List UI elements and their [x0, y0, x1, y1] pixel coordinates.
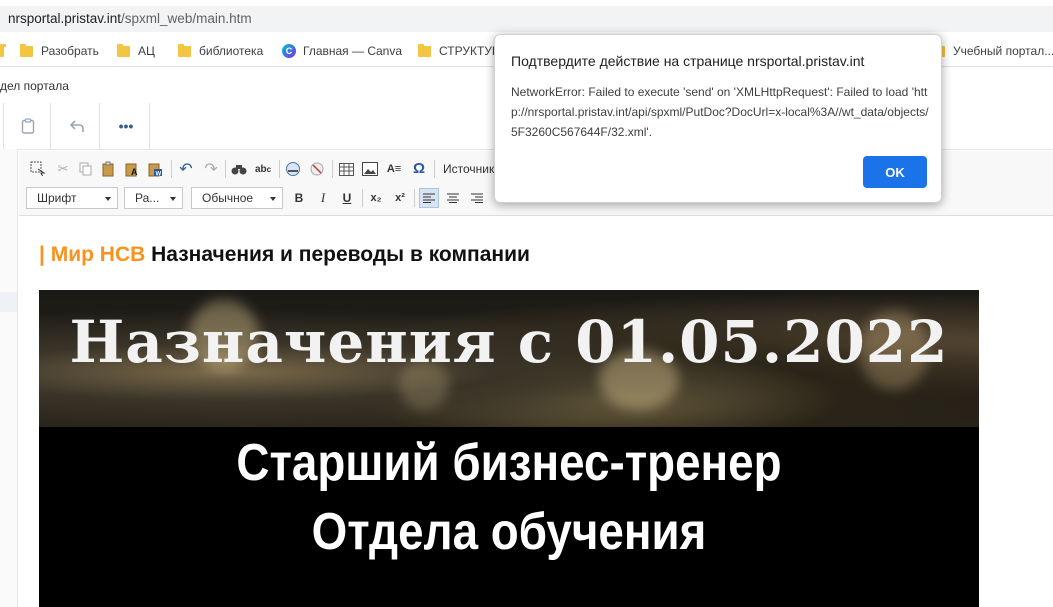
toolbar-separator	[225, 160, 226, 178]
chevron-down-icon	[170, 197, 176, 201]
svg-text:A: A	[131, 167, 138, 177]
format-text-icon[interactable]: A≡	[385, 160, 403, 178]
bookmark-folder-cut[interactable]	[0, 42, 12, 60]
ok-button[interactable]: OK	[863, 156, 927, 188]
bookmark-uchebny-portal[interactable]: Учебный портал...	[932, 42, 1053, 60]
source-button[interactable]: Источник	[443, 162, 494, 176]
paste-word-icon[interactable]: W	[146, 160, 164, 178]
svg-text:W: W	[156, 172, 162, 178]
heading-accent: | Мир НСВ	[39, 243, 146, 266]
align-right-button[interactable]	[467, 188, 487, 208]
italic-button[interactable]: I	[313, 188, 333, 208]
page-heading: | Мир НСВ Назначения и переводы в компан…	[39, 243, 530, 267]
bookmark-biblioteka[interactable]: библиотека	[178, 42, 263, 60]
superscript-button[interactable]: x²	[390, 188, 410, 208]
copy-icon[interactable]	[77, 160, 95, 178]
folder-icon	[178, 43, 191, 57]
select-all-icon[interactable]	[29, 160, 47, 178]
toolbar-divider	[50, 103, 51, 149]
bookmark-label: Учебный портал...	[953, 44, 1053, 58]
banner-position: Старший бизнес-тренер	[236, 434, 782, 492]
url-host: nrsportal.pristav.int	[8, 11, 122, 26]
canva-icon: C	[282, 44, 296, 58]
banner-image[interactable]: Назначения с 01.05.2022 Старший бизнес-т…	[39, 290, 979, 607]
editor-content[interactable]: | Мир НСВ Назначения и переводы в компан…	[19, 216, 1053, 607]
bookmark-razobrat[interactable]: Разобрать	[20, 42, 99, 60]
paste-icon[interactable]	[100, 160, 118, 178]
paste-text-icon[interactable]: A	[123, 160, 141, 178]
folder-icon	[20, 43, 33, 57]
special-char-icon[interactable]: Ω	[410, 159, 428, 177]
size-combo[interactable]: Ра...	[124, 187, 183, 209]
bookmark-label: АЦ	[138, 44, 155, 58]
chevron-down-icon	[105, 197, 111, 201]
heading-text: Назначения и переводы в компании	[151, 243, 530, 266]
dialog-title: Подтвердите действие на странице nrsport…	[511, 53, 865, 69]
align-left-button[interactable]	[419, 188, 439, 208]
redo-icon[interactable]: ↷	[202, 160, 220, 178]
undo-icon[interactable]: ↶	[177, 160, 195, 178]
confirm-dialog: Подтвердите действие на странице nrsport…	[494, 34, 942, 203]
cut-icon[interactable]: ✂	[54, 160, 72, 178]
underline-button[interactable]: U	[337, 188, 357, 208]
toolbar-separator	[362, 189, 363, 207]
table-icon[interactable]	[337, 160, 355, 178]
find-icon[interactable]	[230, 160, 248, 178]
font-combo[interactable]: Шрифт	[26, 187, 118, 209]
more-icon[interactable]: •••	[115, 115, 137, 137]
left-panel-highlight	[0, 292, 17, 312]
folder-icon	[418, 43, 431, 57]
toolbar-separator	[332, 160, 333, 178]
folder-icon	[0, 43, 6, 57]
toolbar-separator	[279, 160, 280, 178]
toolbar-separator	[434, 160, 435, 178]
toolbar-divider	[3, 103, 4, 149]
toolbar-separator	[171, 160, 172, 178]
address-bar[interactable]: nrsportal.pristav.int/spxml_web/main.htm	[0, 0, 1053, 36]
replace-icon[interactable]: ab c	[254, 160, 272, 178]
address-url[interactable]: nrsportal.pristav.int/spxml_web/main.htm	[8, 11, 252, 26]
toolbar-separator	[414, 189, 415, 207]
bookmark-label: библиотека	[199, 44, 264, 58]
format-combo-label: Обычное	[202, 191, 254, 205]
undo-icon[interactable]	[66, 115, 88, 137]
portal-section-label[interactable]: дел портала	[0, 79, 69, 93]
folder-icon	[117, 43, 130, 57]
dialog-message: NetworkError: Failed to execute 'send' o…	[511, 85, 929, 139]
link-icon[interactable]	[284, 160, 302, 178]
bookmark-ac[interactable]: АЦ	[117, 42, 155, 60]
bookmark-canva[interactable]: C Главная — Canva	[282, 42, 402, 60]
toolbar-divider	[149, 103, 150, 149]
size-combo-label: Ра...	[135, 191, 160, 205]
banner-department: Отдела обучения	[311, 503, 707, 561]
unlink-icon[interactable]	[308, 160, 326, 178]
toolbar-divider	[99, 103, 100, 149]
chevron-down-icon	[270, 197, 276, 201]
bold-button[interactable]: B	[289, 188, 309, 208]
bookmark-label: Главная — Canva	[303, 44, 403, 58]
bookmark-label: Разобрать	[41, 44, 99, 58]
url-path: /spxml_web/main.htm	[121, 11, 252, 26]
image-icon[interactable]	[361, 160, 379, 178]
align-center-button[interactable]	[443, 188, 463, 208]
subscript-button[interactable]: x₂	[366, 188, 386, 208]
clipboard-icon[interactable]	[17, 115, 39, 137]
format-combo[interactable]: Обычное	[191, 187, 283, 209]
banner-title: Назначения с 01.05.2022	[69, 308, 949, 376]
left-panel-edge	[0, 149, 18, 607]
omega-label: Ω	[412, 159, 426, 177]
font-combo-label: Шрифт	[37, 191, 77, 205]
